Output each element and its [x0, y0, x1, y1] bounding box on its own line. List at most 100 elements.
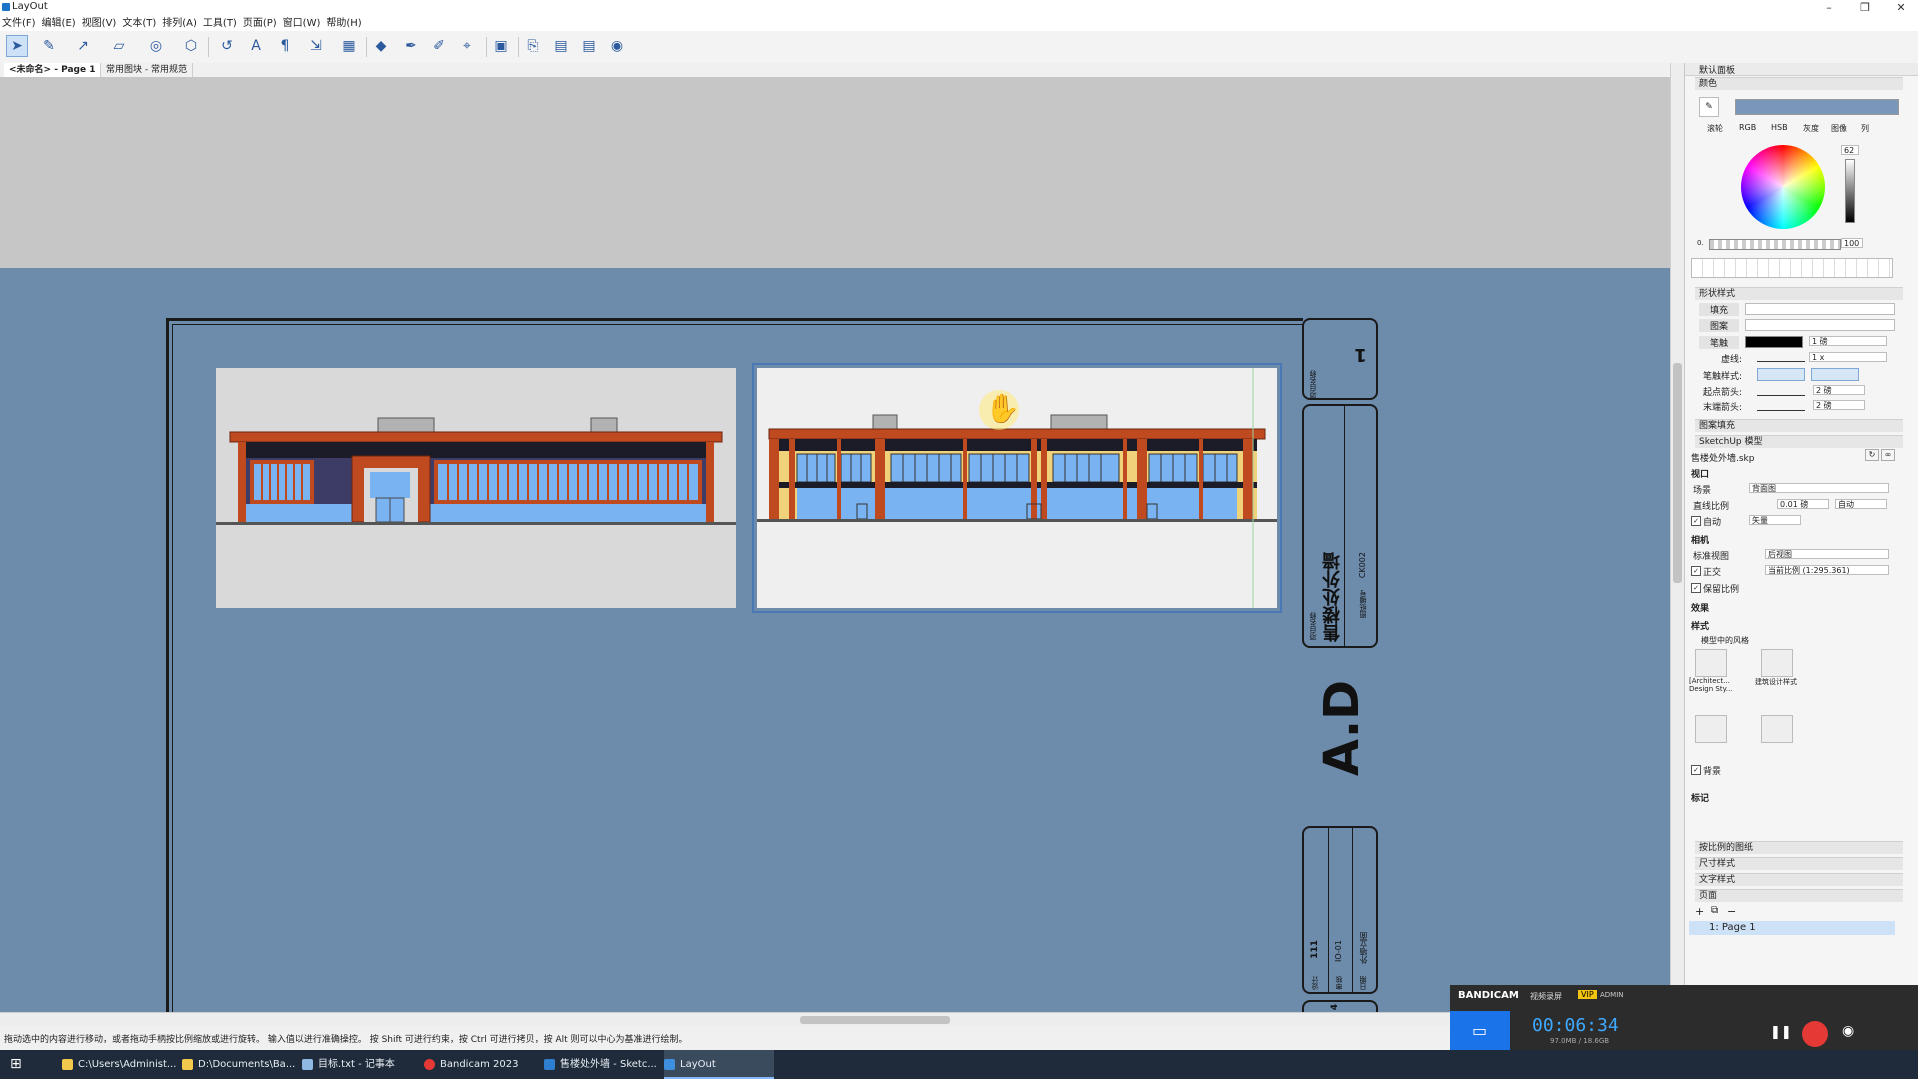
- circle-tool-icon[interactable]: ◎: [145, 35, 167, 57]
- presentation-icon[interactable]: ▣: [490, 35, 512, 57]
- standard-view-select[interactable]: 后视图: [1765, 549, 1889, 559]
- style-tool-icon[interactable]: ✒: [400, 35, 422, 57]
- fill-toggle[interactable]: 填充: [1699, 303, 1739, 316]
- styles-in-model-label[interactable]: 模型中的风格: [1701, 635, 1749, 646]
- ortho-checkbox[interactable]: ✓: [1691, 566, 1701, 576]
- sketchup-viewport-front[interactable]: [216, 368, 736, 608]
- horizontal-scrollbar[interactable]: [0, 1012, 1684, 1027]
- opacity-slider[interactable]: [1709, 239, 1841, 250]
- opacity-value[interactable]: 100: [1841, 238, 1863, 248]
- join-tool-icon[interactable]: ⌖: [456, 35, 478, 57]
- start-arrow-size[interactable]: 2 磅: [1813, 385, 1865, 395]
- scene-select[interactable]: 背面图: [1749, 483, 1889, 493]
- previous-page-icon[interactable]: ▤: [550, 35, 572, 57]
- line-scale-input[interactable]: 0.01 磅: [1777, 499, 1829, 509]
- menu-help[interactable]: 帮助(H): [326, 18, 361, 29]
- join-style-buttons[interactable]: [1811, 368, 1859, 381]
- table-tool-icon[interactable]: ▦: [338, 35, 360, 57]
- vertical-scroll-thumb[interactable]: [1673, 363, 1682, 583]
- rectangle-tool-icon[interactable]: ▱: [108, 35, 130, 57]
- account-icon[interactable]: ◉: [606, 35, 628, 57]
- restore-icon[interactable]: ❐: [1850, 0, 1880, 16]
- shape-style-section-header[interactable]: 形状样式: [1695, 287, 1903, 300]
- duplicate-page-icon[interactable]: ⧉: [1711, 905, 1723, 917]
- delete-page-button[interactable]: −: [1727, 905, 1739, 918]
- pause-icon[interactable]: ❚❚: [1770, 1025, 1792, 1040]
- dash-select[interactable]: [1757, 353, 1805, 362]
- scaled-drawing-section-header[interactable]: 按比例的图纸: [1695, 841, 1903, 854]
- cap-style-buttons[interactable]: [1757, 368, 1805, 381]
- end-arrow-select[interactable]: [1757, 402, 1805, 411]
- dash-scale-select[interactable]: 1 x: [1809, 352, 1887, 362]
- fill-color-well[interactable]: [1745, 303, 1895, 315]
- minimize-icon[interactable]: –: [1814, 0, 1844, 16]
- pattern-fill-section-header[interactable]: 图案填充: [1695, 419, 1903, 432]
- menu-tools[interactable]: 工具(T): [203, 18, 237, 29]
- label-tool-icon[interactable]: ¶: [274, 35, 296, 57]
- text-tool-icon[interactable]: A: [245, 35, 267, 57]
- style-thumb-4[interactable]: [1761, 715, 1793, 743]
- tab-color-wheel[interactable]: 滚轮: [1707, 123, 1723, 134]
- colors-section-header[interactable]: 颜色: [1695, 77, 1903, 90]
- tab-grayscale[interactable]: 灰度: [1803, 123, 1819, 134]
- tab-rgb[interactable]: RGB: [1739, 123, 1756, 132]
- start-icon[interactable]: ⊞: [10, 1056, 26, 1072]
- color-wheel[interactable]: [1741, 145, 1825, 229]
- eraser-tool-icon[interactable]: ◆: [370, 35, 392, 57]
- menu-window[interactable]: 窗口(W): [283, 18, 321, 29]
- line-tool-icon[interactable]: ✎: [38, 35, 60, 57]
- style-thumb-architect[interactable]: [1695, 649, 1727, 677]
- pages-section-header[interactable]: 页面: [1695, 889, 1903, 902]
- sketchup-viewport-rear[interactable]: ✋: [752, 363, 1282, 613]
- menu-edit[interactable]: 编辑(E): [42, 18, 76, 29]
- style-thumb-3[interactable]: [1695, 715, 1727, 743]
- render-mode-select[interactable]: 矢量: [1749, 515, 1801, 525]
- stroke-toggle[interactable]: 笔触: [1699, 336, 1739, 349]
- brightness-value[interactable]: 62: [1841, 145, 1859, 155]
- screenshot-icon[interactable]: ◉: [1842, 1023, 1854, 1039]
- menu-view[interactable]: 视图(V): [82, 18, 117, 29]
- pattern-toggle[interactable]: 图案: [1699, 319, 1739, 332]
- styles-subheader[interactable]: 样式: [1691, 619, 1709, 632]
- menu-pages[interactable]: 页面(P): [243, 18, 277, 29]
- arc-tool-icon[interactable]: ↗: [72, 35, 94, 57]
- taskbar-item-explorer-2[interactable]: D:\Documents\Ba...: [182, 1050, 295, 1079]
- menu-arrange[interactable]: 排列(A): [162, 18, 197, 29]
- page-list-item[interactable]: 1: Page 1: [1689, 921, 1895, 935]
- horizontal-scroll-thumb[interactable]: [800, 1016, 950, 1024]
- next-page-icon[interactable]: ▤: [578, 35, 600, 57]
- scale-select[interactable]: 当前比例 (1:295.361): [1765, 565, 1889, 575]
- line-scale-mode[interactable]: 自动: [1835, 499, 1887, 509]
- tab-page1[interactable]: <未命名> - Page 1: [4, 63, 102, 77]
- brightness-slider[interactable]: [1845, 159, 1855, 223]
- dimension-style-section-header[interactable]: 尺寸样式: [1695, 857, 1903, 870]
- taskbar-item-layout[interactable]: LayOut: [664, 1050, 774, 1079]
- background-checkbox[interactable]: ✓: [1691, 765, 1701, 775]
- sketchup-model-section-header[interactable]: SketchUp 模型: [1695, 435, 1903, 448]
- vertical-scrollbar[interactable]: [1670, 63, 1685, 1012]
- tags-subheader[interactable]: 标记: [1691, 791, 1709, 804]
- refresh-model-icon[interactable]: ↻: [1865, 449, 1879, 461]
- stroke-width-select[interactable]: 1 磅: [1809, 336, 1887, 346]
- taskbar-item-sketchup[interactable]: 售楼处外墙 - Sketc...: [544, 1050, 657, 1079]
- freehand-tool-icon[interactable]: ↺: [216, 35, 238, 57]
- auto-render-checkbox[interactable]: ✓: [1691, 516, 1701, 526]
- close-icon[interactable]: ✕: [1886, 0, 1916, 16]
- text-style-section-header[interactable]: 文字样式: [1695, 873, 1903, 886]
- tab-hsb[interactable]: HSB: [1771, 123, 1788, 132]
- dimension-tool-icon[interactable]: ⇲: [305, 35, 327, 57]
- color-favorites[interactable]: [1691, 258, 1893, 278]
- link-model-icon[interactable]: ∞: [1881, 449, 1895, 461]
- tab-scrapbook[interactable]: 常用图块 - 常用规范: [101, 63, 193, 77]
- add-page-button[interactable]: +: [1695, 905, 1707, 918]
- taskbar-item-notepad[interactable]: 目标.txt - 记事本: [302, 1050, 395, 1079]
- bandicam-recorder[interactable]: BANDICAM 视频录屏 VIP ADMIN ▭ 00:06:34 97.0M…: [1450, 985, 1918, 1050]
- split-tool-icon[interactable]: ✐: [428, 35, 450, 57]
- effects-subheader[interactable]: 效果: [1691, 601, 1709, 614]
- taskbar-item-bandicam[interactable]: Bandicam 2023: [424, 1050, 518, 1079]
- keep-ratio-checkbox[interactable]: ✓: [1691, 583, 1701, 593]
- menu-text[interactable]: 文本(T): [122, 18, 156, 29]
- end-arrow-size[interactable]: 2 磅: [1813, 400, 1865, 410]
- stroke-color-well[interactable]: [1745, 336, 1803, 348]
- start-arrow-select[interactable]: [1757, 387, 1805, 396]
